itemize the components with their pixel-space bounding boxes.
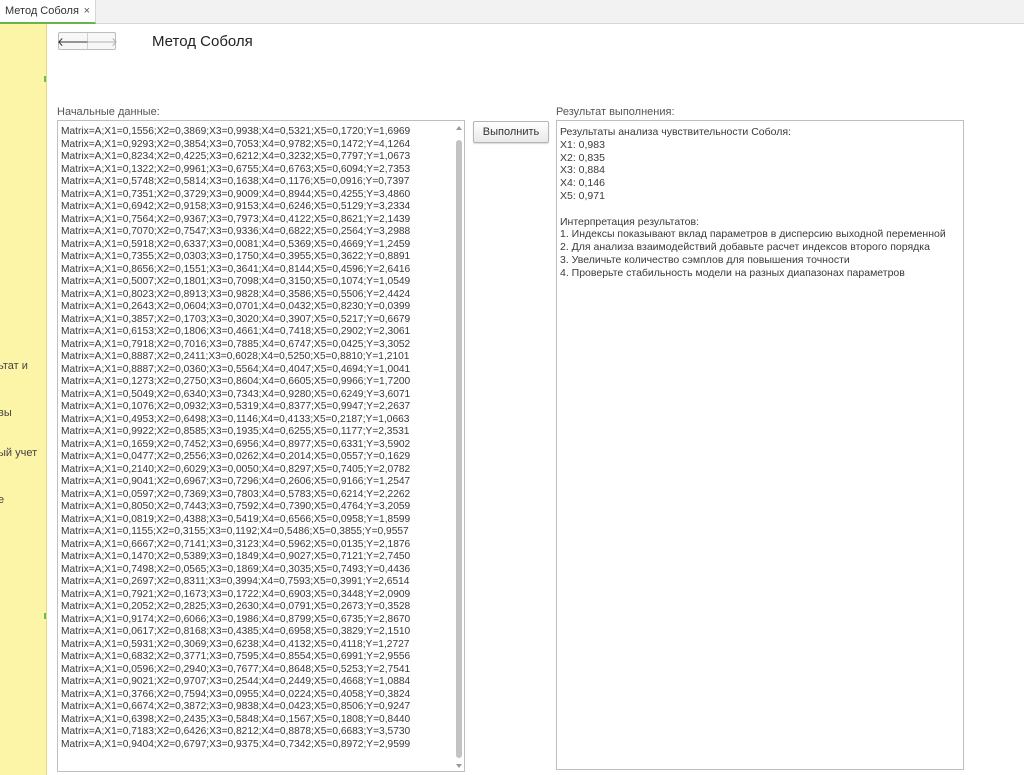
text-line: Matrix=A;X1=0,9404;X2=0,6797;X3=0,9375;X… <box>61 738 411 750</box>
result-lines: Результаты анализа чувствительности Собо… <box>560 126 960 280</box>
result-textarea[interactable]: Результаты анализа чувствительности Собо… <box>556 120 964 770</box>
text-line: 2. Для анализа взаимодействий добавьте р… <box>560 241 930 254</box>
text-line: Matrix=A;X1=0,9174;X2=0,6066;X3=0,1986;X… <box>61 613 411 625</box>
text-line: Matrix=A;X1=0,3766;X2=0,7594;X3=0,0955;X… <box>61 688 411 700</box>
text-line: X2: 0,835 <box>560 151 605 164</box>
text-line: Matrix=A;X1=0,8050;X2=0,7443;X3=0,7592;X… <box>61 501 411 512</box>
text-line: Matrix=A;X1=0,7498;X2=0,0565;X3=0,1869;X… <box>61 563 411 575</box>
sidebar-item[interactable]: е <box>0 494 4 506</box>
sidebar-item[interactable]: ый учет <box>0 447 37 459</box>
text-line: Matrix=A;X1=0,8887;X2=0,0360;X3=0,5564;X… <box>61 363 411 375</box>
input-label: Начальные данные: <box>57 106 160 118</box>
text-line: Matrix=A;X1=0,1076;X2=0,0932;X3=0,5319;X… <box>61 401 411 412</box>
sidebar-marker <box>44 76 46 82</box>
text-line: Matrix=A;X1=0,1659;X2=0,7452;X3=0,6956;X… <box>61 438 411 450</box>
text-line: Matrix=A;X1=0,0819;X2=0,4388;X3=0,5419;X… <box>61 513 411 525</box>
text-line: Matrix=A;X1=0,5049;X2=0,6340;X3=0,7343;X… <box>61 388 411 400</box>
text-line: Matrix=A;X1=0,9293;X2=0,3854;X3=0,7053;X… <box>61 138 411 150</box>
text-line: Matrix=A;X1=0,9922;X2=0,8585;X3=0,1935;X… <box>61 426 410 437</box>
text-line: Matrix=A;X1=0,2052;X2=0,2825;X3=0,2630;X… <box>61 601 411 612</box>
tab-label: Метод Соболя <box>5 5 79 17</box>
text-line: Matrix=A;X1=0,5918;X2=0,6337;X3=0,0081;X… <box>61 238 411 250</box>
text-line: Matrix=A;X1=0,9041;X2=0,6967;X3=0,7296;X… <box>61 476 411 487</box>
text-line: Matrix=A;X1=0,4953;X2=0,6498;X3=0,1146;X… <box>61 413 410 425</box>
text-line: Matrix=A;X1=0,7355;X2=0,0303;X3=0,1750;X… <box>61 251 411 262</box>
text-line: Matrix=A;X1=0,7070;X2=0,7547;X3=0,9336;X… <box>61 226 411 237</box>
sidebar-marker <box>44 613 46 619</box>
run-button[interactable]: Выполнить <box>473 121 549 143</box>
arrow-left-icon: 🡐 <box>56 34 90 49</box>
text-line: Matrix=A;X1=0,0477;X2=0,2556;X3=0,0262;X… <box>61 451 411 462</box>
text-line: Matrix=A;X1=0,5931;X2=0,3069;X3=0,6238;X… <box>61 638 410 650</box>
text-line: X5: 0,971 <box>560 189 605 202</box>
close-icon[interactable]: × <box>84 0 90 22</box>
text-line: Matrix=A;X1=0,5007;X2=0,1801;X3=0,7098;X… <box>61 276 411 287</box>
input-data-lines: Matrix=A;X1=0,1556;X2=0,3869;X3=0,9938;X… <box>61 126 451 751</box>
scroll-up-icon[interactable] <box>456 126 462 130</box>
text-line: Matrix=A;X1=0,6398;X2=0,2435;X3=0,5848;X… <box>61 713 411 725</box>
text-line: Matrix=A;X1=0,1556;X2=0,3869;X3=0,9938;X… <box>61 126 411 137</box>
text-line: 4. Проверьте стабильность модели на разн… <box>560 266 905 279</box>
text-line: Matrix=A;X1=0,8656;X2=0,1551;X3=0,3641;X… <box>61 263 411 275</box>
text-line: Matrix=A;X1=0,7183;X2=0,6426;X3=0,8212;X… <box>61 726 411 737</box>
input-scrollbar[interactable] <box>455 124 463 768</box>
text-line: Matrix=A;X1=0,7921;X2=0,1673;X3=0,1722;X… <box>61 588 411 600</box>
text-line: Matrix=A;X1=0,2697;X2=0,8311;X3=0,3994;X… <box>61 576 410 587</box>
text-line: Результаты анализа чувствительности Собо… <box>560 126 791 138</box>
text-line: Matrix=A;X1=0,0596;X2=0,2940;X3=0,7677;X… <box>61 663 411 675</box>
text-line: X1: 0,983 <box>560 138 605 151</box>
nav-buttons: 🡐 🡒 <box>56 32 119 50</box>
arrow-right-icon: 🡒 <box>85 34 119 49</box>
text-line: Matrix=A;X1=0,6942;X2=0,9158;X3=0,9153;X… <box>61 201 411 212</box>
page-title: Метод Соболя <box>152 33 253 50</box>
text-line: Matrix=A;X1=0,1322;X2=0,9961;X3=0,6755;X… <box>61 163 411 175</box>
sidebar: ьтат и вы ый учет е <box>0 24 47 775</box>
text-line: 1. Индексы показывают вклад параметров в… <box>560 228 946 241</box>
back-button[interactable]: 🡐 <box>56 33 90 49</box>
scroll-down-icon[interactable] <box>456 764 462 768</box>
text-line: Matrix=A;X1=0,9021;X2=0,9707;X3=0,2544;X… <box>61 676 411 687</box>
text-line: Matrix=A;X1=0,7351;X2=0,3729;X3=0,9009;X… <box>61 188 411 200</box>
text-line: Matrix=A;X1=0,0597;X2=0,7369;X3=0,7803;X… <box>61 488 411 500</box>
text-line: Matrix=A;X1=0,1273;X2=0,2750;X3=0,8604;X… <box>61 376 411 387</box>
text-line: Matrix=A;X1=0,6674;X2=0,3872;X3=0,9838;X… <box>61 701 411 712</box>
forward-button[interactable]: 🡒 <box>85 33 119 49</box>
text-line: Matrix=A;X1=0,0617;X2=0,8168;X3=0,4385;X… <box>61 626 411 637</box>
text-line: 3. Увеличьте количество сэмплов для повы… <box>560 253 850 266</box>
tab-bar: Метод Соболя × <box>0 0 1024 24</box>
text-line: Matrix=A;X1=0,2140;X2=0,6029;X3=0,0050;X… <box>61 463 411 475</box>
text-line: Matrix=A;X1=0,7918;X2=0,7016;X3=0,7885;X… <box>61 338 411 350</box>
text-line: Matrix=A;X1=0,2643;X2=0,0604;X3=0,0701;X… <box>61 301 411 312</box>
result-label: Результат выполнения: <box>556 106 675 118</box>
text-line: X4: 0,146 <box>560 177 605 190</box>
text-line: Matrix=A;X1=0,5748;X2=0,5814;X3=0,1638;X… <box>61 176 410 187</box>
text-line: Matrix=A;X1=0,8887;X2=0,2411;X3=0,6028;X… <box>61 351 410 362</box>
text-line: Интерпретация результатов: <box>560 215 700 228</box>
text-line <box>560 203 960 216</box>
scrollbar-thumb[interactable] <box>456 140 462 758</box>
input-data-textarea[interactable]: Matrix=A;X1=0,1556;X2=0,3869;X3=0,9938;X… <box>57 120 465 772</box>
text-line: Matrix=A;X1=0,6667;X2=0,7141;X3=0,3123;X… <box>61 538 411 550</box>
text-line: Matrix=A;X1=0,6153;X2=0,1806;X3=0,4661;X… <box>61 326 411 337</box>
text-line: Matrix=A;X1=0,1155;X2=0,3155;X3=0,1192;X… <box>61 526 409 537</box>
text-line: Matrix=A;X1=0,3857;X2=0,1703;X3=0,3020;X… <box>61 313 411 325</box>
sidebar-item[interactable]: вы <box>0 407 12 419</box>
text-line: Matrix=A;X1=0,7564;X2=0,9367;X3=0,7973;X… <box>61 213 411 225</box>
text-line: X3: 0,884 <box>560 164 605 177</box>
text-line: Matrix=A;X1=0,8023;X2=0,8913;X3=0,9828;X… <box>61 288 411 300</box>
sidebar-item[interactable]: ьтат и <box>0 360 28 372</box>
text-line: Matrix=A;X1=0,8234;X2=0,4225;X3=0,6212;X… <box>61 151 411 162</box>
text-line: Matrix=A;X1=0,6832;X2=0,3771;X3=0,7595;X… <box>61 651 411 662</box>
tab-sobol-method[interactable]: Метод Соболя × <box>0 0 96 24</box>
text-line: Matrix=A;X1=0,1470;X2=0,5389;X3=0,1849;X… <box>61 551 411 562</box>
